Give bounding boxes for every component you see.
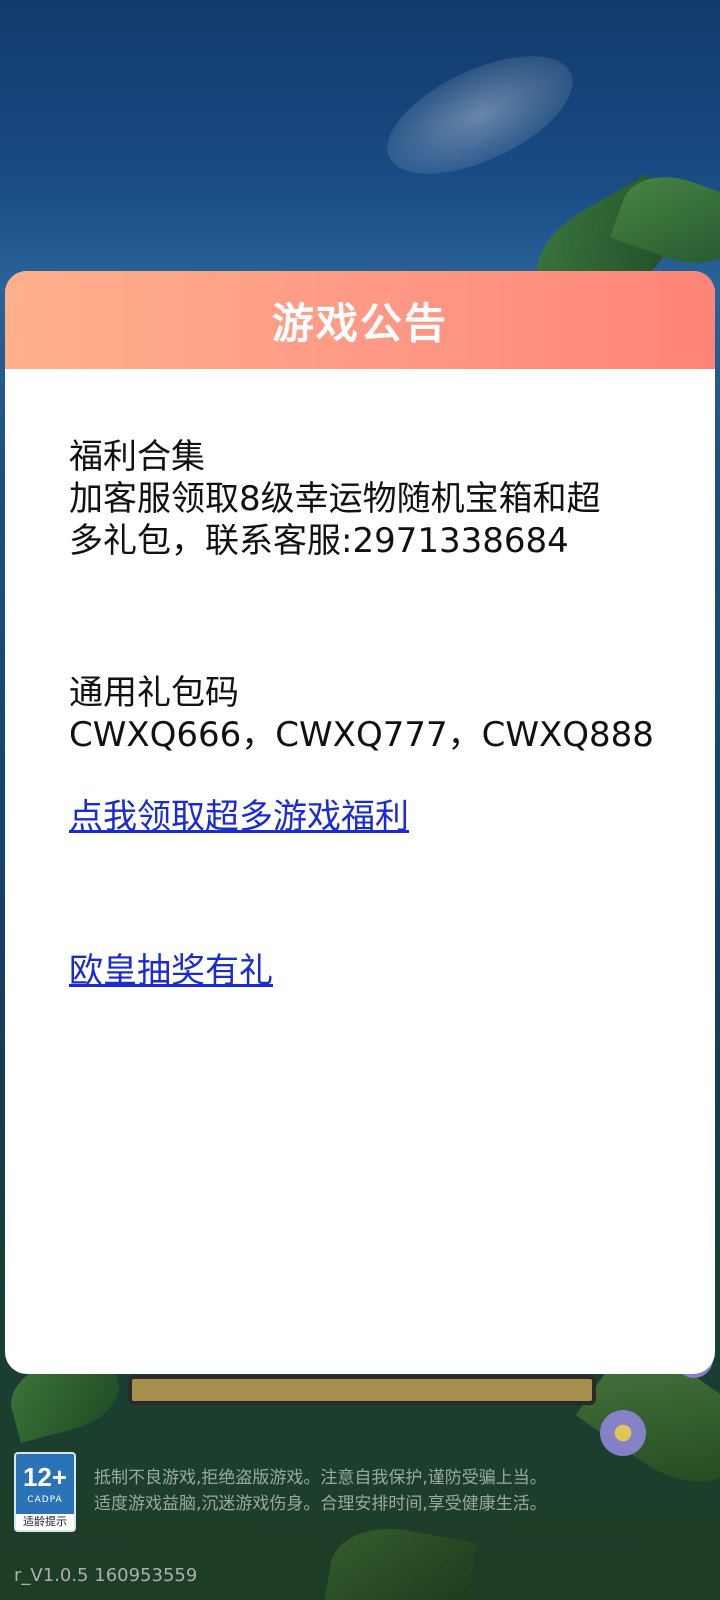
background-cloud <box>370 31 590 199</box>
announcement-dialog: 游戏公告 福利合集 加客服领取8级幸运物随机宝箱和超 多礼包，联系客服:2971… <box>5 271 715 1374</box>
game-screen: 游戏公告 福利合集 加客服领取8级幸运物随机宝箱和超 多礼包，联系客服:2971… <box>0 0 720 1600</box>
loading-bar <box>128 1375 596 1405</box>
gift-code-heading: 通用礼包码 <box>69 673 239 713</box>
age-rating-number: 12+ <box>22 1462 68 1492</box>
gift-codes: CWXQ666，CWXQ777，CWXQ888 <box>69 715 654 755</box>
version-label: r_V1.0.5 160953559 <box>14 1565 198 1586</box>
health-notice-line-1: 抵制不良游戏,拒绝盗版游戏。注意自我保护,谨防受骗上当。 <box>94 1468 547 1488</box>
age-rating-tip: 适龄提示 <box>16 1514 74 1530</box>
age-rating-org: CADPA <box>27 1495 63 1505</box>
dialog-title: 游戏公告 <box>271 298 448 348</box>
welfare-text-line-2: 多礼包，联系客服:2971338684 <box>69 521 569 561</box>
dialog-header: 游戏公告 <box>5 271 715 369</box>
background-leaf <box>323 1518 477 1600</box>
welfare-text-line-1: 加客服领取8级幸运物随机宝箱和超 <box>69 479 601 519</box>
health-notice-line-2: 适度游戏益脑,沉迷游戏伤身。合理安排时间,享受健康生活。 <box>94 1494 547 1514</box>
welfare-heading: 福利合集 <box>69 437 205 477</box>
welfare-link[interactable]: 点我领取超多游戏福利 <box>69 795 409 839</box>
background-flower <box>600 1410 646 1456</box>
age-rating-badge: 12+ CADPA 适龄提示 <box>14 1452 76 1532</box>
lottery-link[interactable]: 欧皇抽奖有礼 <box>69 949 273 993</box>
